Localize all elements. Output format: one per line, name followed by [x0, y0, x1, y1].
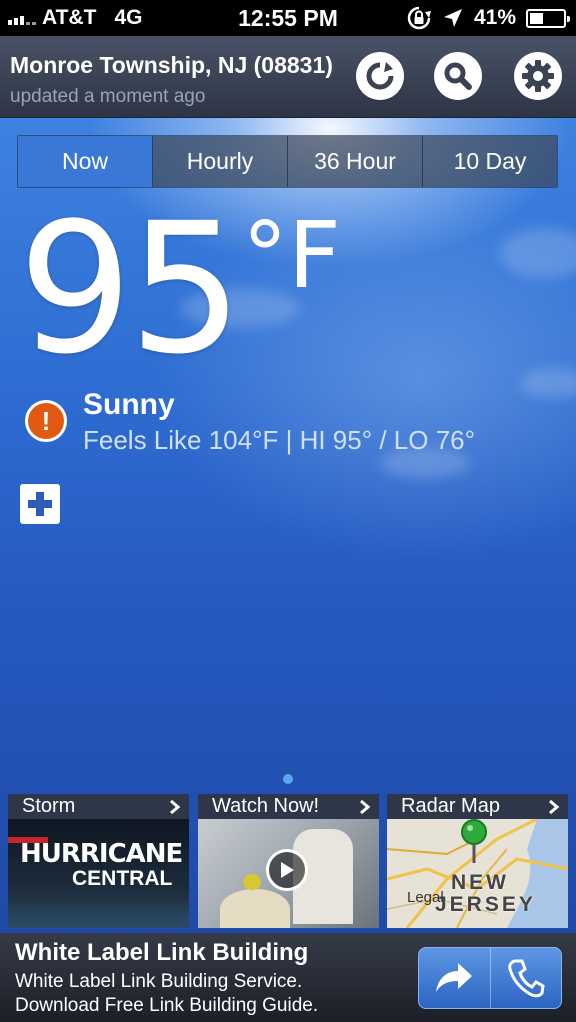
- rotation-lock-icon: [407, 6, 431, 30]
- chevron-right-icon: [549, 799, 560, 814]
- radar-map-thumbnail: NEW JERSEY Legal: [387, 819, 568, 928]
- ad-call-button[interactable]: [489, 948, 562, 1008]
- refresh-button[interactable]: [356, 52, 404, 100]
- alert-symbol: !: [41, 405, 51, 436]
- ad-line-2: Download Free Link Building Guide.: [15, 995, 319, 1016]
- refresh-icon: [366, 62, 394, 90]
- map-label-new: NEW: [451, 871, 509, 894]
- condition-text: Sunny: [83, 388, 175, 421]
- header: Monroe Township, NJ (08831) updated a mo…: [0, 36, 576, 118]
- ad-actions: [418, 947, 562, 1009]
- play-icon[interactable]: [266, 849, 308, 891]
- settings-icon: [522, 60, 554, 92]
- hurricane-central-image: HURRICANE CENTRAL: [8, 819, 189, 928]
- settings-button[interactable]: [514, 52, 562, 100]
- central-text: CENTRAL: [72, 867, 173, 890]
- forecast-tabs: Now Hourly 36 Hour 10 Day: [17, 135, 558, 188]
- tab-10-day[interactable]: 10 Day: [423, 136, 557, 187]
- video-thumbnail: [198, 819, 379, 928]
- page-indicator: [283, 774, 293, 784]
- map-label-jersey: JERSEY: [435, 893, 536, 916]
- map-pin-icon: [461, 819, 487, 863]
- tile-storm[interactable]: Storm HURRICANE CENTRAL: [8, 794, 189, 928]
- temperature-unit: °F: [242, 202, 341, 309]
- ad-line-1: White Label Link Building Service.: [15, 971, 303, 992]
- current-temperature: 95: [18, 185, 243, 394]
- tab-hourly[interactable]: Hourly: [153, 136, 288, 187]
- location-arrow-icon: [443, 9, 462, 27]
- updated-status: updated a moment ago: [10, 86, 206, 107]
- weather-alert-icon[interactable]: !: [25, 400, 67, 442]
- ad-share-button[interactable]: [419, 948, 490, 1008]
- phone-icon: [508, 959, 545, 998]
- tile-radar-label: Radar Map: [401, 795, 500, 817]
- chevron-right-icon: [360, 799, 371, 814]
- weather-main[interactable]: Now Hourly 36 Hour 10 Day 95 °F ! Sunny …: [0, 118, 576, 933]
- share-arrow-icon: [436, 963, 473, 992]
- ad-banner[interactable]: White Label Link Building White Label Li…: [0, 933, 576, 1022]
- chevron-right-icon: [170, 799, 181, 814]
- tile-radar-map[interactable]: Radar Map NEW JERSEY Legal: [387, 794, 568, 928]
- battery-percent: 41%: [473, 6, 516, 29]
- tile-storm-label: Storm: [22, 795, 76, 817]
- battery-icon: [526, 8, 570, 28]
- tile-watch-now[interactable]: Watch Now!: [198, 794, 379, 928]
- feature-tiles: Storm HURRICANE CENTRAL Watch Now! Radar…: [0, 794, 576, 928]
- add-details-button[interactable]: [20, 484, 60, 524]
- tile-watch-label: Watch Now!: [212, 795, 320, 817]
- map-legal-link[interactable]: Legal: [407, 889, 444, 906]
- search-button[interactable]: [434, 52, 482, 100]
- ad-title: White Label Link Building: [15, 939, 309, 966]
- search-icon: [444, 62, 472, 90]
- hurricane-text: HURRICANE: [20, 839, 183, 869]
- location-title[interactable]: Monroe Township, NJ (08831): [10, 52, 333, 79]
- tab-36-hour[interactable]: 36 Hour: [288, 136, 423, 187]
- status-bar: AT&T 4G 12:55 PM 41%: [0, 0, 576, 36]
- tab-now[interactable]: Now: [18, 136, 153, 187]
- feels-like-text: Feels Like 104°F | HI 95° / LO 76°: [83, 425, 476, 455]
